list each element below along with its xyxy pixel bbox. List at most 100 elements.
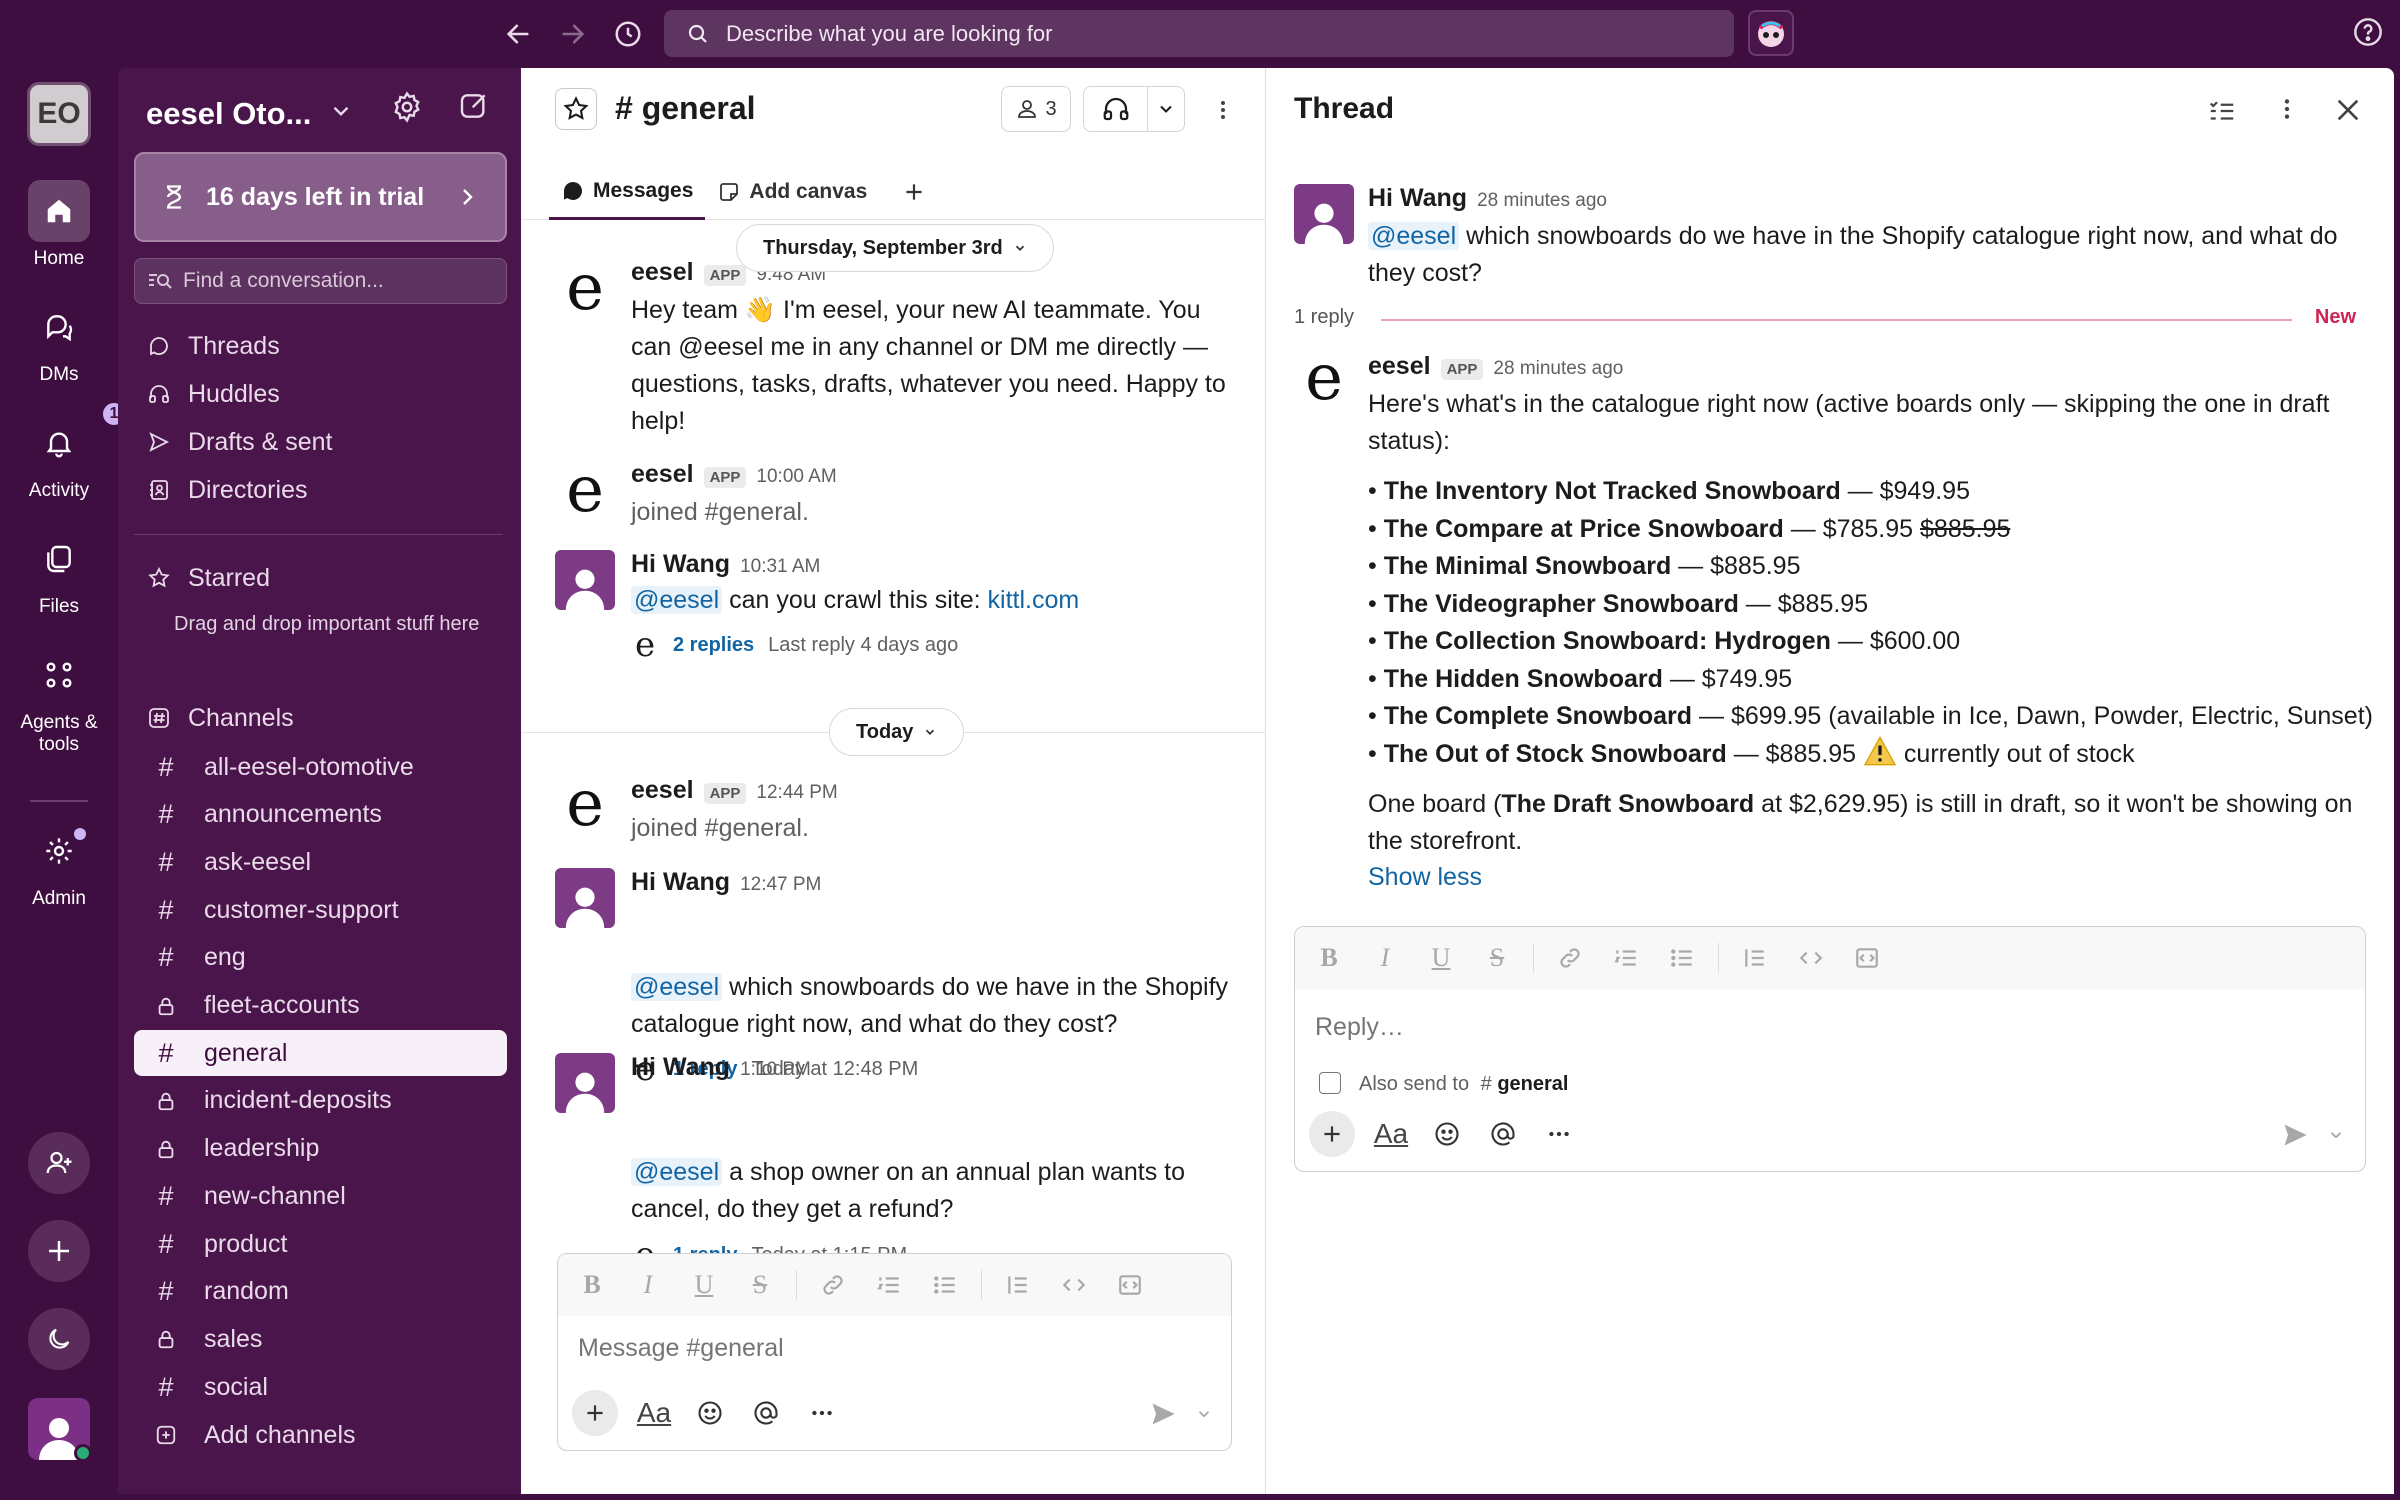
close-icon[interactable]	[2332, 94, 2364, 126]
find-conversation-input[interactable]: Find a conversation...	[134, 258, 507, 304]
thread-more-icon[interactable]	[2274, 94, 2300, 124]
tab-messages[interactable]: Messages	[549, 164, 706, 220]
code-icon[interactable]	[1054, 1265, 1094, 1305]
attach-plus-icon[interactable]	[1309, 1111, 1355, 1157]
emoji-icon[interactable]	[690, 1393, 730, 1433]
members-button[interactable]: 3	[1001, 86, 1071, 132]
trial-banner[interactable]: 16 days left in trial	[134, 152, 507, 242]
message-time[interactable]: 10:00 AM	[756, 466, 836, 488]
eesel-avatar[interactable]: e	[555, 458, 615, 522]
bullet-list-icon[interactable]	[1662, 938, 1702, 978]
code-block-icon[interactable]	[1847, 938, 1887, 978]
ordered-list-icon[interactable]	[869, 1265, 909, 1305]
send-options-chevron-icon[interactable]	[1195, 1405, 1213, 1423]
ai-assistant-icon[interactable]	[1748, 10, 1794, 56]
bullet-list-icon[interactable]	[925, 1265, 965, 1305]
search-bar[interactable]: Describe what you are looking for	[664, 10, 1734, 57]
chevron-down-icon[interactable]	[328, 98, 354, 124]
mention[interactable]: @eesel	[631, 1158, 723, 1186]
huddle-chevron-down-icon[interactable]	[1148, 99, 1184, 119]
date-divider-thursday[interactable]: Thursday, September 3rd	[736, 224, 1054, 272]
composer-input[interactable]: Message #general	[578, 1334, 784, 1363]
tab-add-canvas[interactable]: Add canvas	[705, 164, 879, 220]
eesel-avatar[interactable]: e	[1294, 346, 1354, 410]
hi-wang-avatar[interactable]	[555, 868, 615, 928]
back-arrow-icon[interactable]	[498, 14, 538, 54]
mention-at-icon[interactable]	[1483, 1114, 1523, 1154]
section-channels[interactable]: Channels	[146, 698, 294, 738]
author-name[interactable]: eesel	[631, 776, 694, 805]
bold-icon[interactable]: B	[572, 1265, 612, 1305]
rail-admin[interactable]: Admin	[0, 820, 118, 910]
nav-huddles[interactable]: Huddles	[146, 374, 280, 414]
text-format-icon[interactable]: Aa	[1371, 1114, 1411, 1154]
mention[interactable]: @eesel	[631, 973, 723, 1001]
sidebar-channel-incident-deposits[interactable]: incident-deposits	[134, 1078, 507, 1124]
hi-wang-avatar[interactable]	[1294, 184, 1354, 244]
rail-home[interactable]: Home	[0, 180, 118, 270]
sidebar-channel-eng[interactable]: # eng	[134, 935, 507, 981]
message-time[interactable]: 28 minutes ago	[1477, 190, 1607, 212]
mention[interactable]: @eesel	[1368, 222, 1460, 250]
date-divider-today[interactable]: Today	[829, 708, 965, 756]
settings-gear-icon[interactable]	[390, 90, 424, 124]
sidebar-channel-ask-eesel[interactable]: # ask-eesel	[134, 839, 507, 885]
sidebar-channel-random[interactable]: # random	[134, 1269, 507, 1315]
add-workspace-icon[interactable]	[28, 1220, 90, 1282]
sidebar-channel-sales[interactable]: sales	[134, 1316, 507, 1362]
eesel-avatar[interactable]: e	[555, 772, 615, 836]
message-time[interactable]: 1:10 PM	[740, 1059, 811, 1081]
sidebar-channel-announcements[interactable]: # announcements	[134, 792, 507, 838]
author-name[interactable]: Hi Wang	[631, 868, 730, 897]
add-tab-plus-icon[interactable]	[879, 164, 939, 220]
reply-count[interactable]: 2 replies	[673, 634, 754, 657]
rail-dms[interactable]: DMs	[0, 296, 118, 386]
attach-plus-icon[interactable]	[572, 1390, 618, 1436]
rail-files[interactable]: Files	[0, 528, 118, 618]
section-starred[interactable]: Starred	[146, 558, 270, 598]
thread-replies[interactable]: e 2 replies Last reply 4 days ago	[631, 628, 958, 662]
sidebar-channel-fleet-accounts[interactable]: fleet-accounts	[134, 983, 507, 1029]
add-channels-button[interactable]: Add channels	[134, 1412, 507, 1458]
also-send-checkbox[interactable]	[1319, 1072, 1341, 1094]
send-icon[interactable]	[1149, 1400, 1177, 1428]
author-name[interactable]: eesel	[631, 460, 694, 489]
author-name[interactable]: Hi Wang	[631, 1053, 730, 1082]
send-options-chevron-icon[interactable]	[2327, 1126, 2345, 1144]
rail-activity[interactable]: 1 Activity	[0, 400, 128, 502]
code-block-icon[interactable]	[1110, 1265, 1150, 1305]
author-name[interactable]: eesel	[631, 258, 694, 287]
dark-mode-moon-icon[interactable]	[28, 1308, 90, 1370]
workspace-header[interactable]: eesel Oto...	[146, 88, 311, 140]
hi-wang-avatar[interactable]	[555, 1053, 615, 1113]
message-link[interactable]: kittl.com	[988, 586, 1080, 614]
workspace-avatar[interactable]: EO	[27, 82, 91, 146]
huddle-button[interactable]	[1083, 86, 1185, 132]
compose-icon[interactable]	[458, 90, 490, 122]
mention-at-icon[interactable]	[746, 1393, 786, 1433]
sidebar-channel-leadership[interactable]: leadership	[134, 1126, 507, 1172]
underline-icon[interactable]: U	[684, 1265, 724, 1305]
bold-icon[interactable]: B	[1309, 938, 1349, 978]
invite-people-icon[interactable]	[28, 1132, 90, 1194]
italic-icon[interactable]: I	[1365, 938, 1405, 978]
underline-icon[interactable]: U	[1421, 938, 1461, 978]
message-time[interactable]: 10:31 AM	[740, 556, 820, 578]
italic-icon[interactable]: I	[628, 1265, 668, 1305]
thread-checklist-icon[interactable]	[2206, 96, 2238, 126]
more-actions-icon[interactable]	[802, 1393, 842, 1433]
headphones-icon[interactable]	[1084, 87, 1148, 131]
sidebar-channel-new-channel[interactable]: # new-channel	[134, 1173, 507, 1219]
send-icon[interactable]	[2281, 1121, 2309, 1149]
forward-arrow-icon[interactable]	[553, 14, 593, 54]
channel-more-icon[interactable]	[1211, 96, 1235, 124]
link-icon[interactable]	[1550, 938, 1590, 978]
strikethrough-icon[interactable]: S	[1477, 938, 1517, 978]
sidebar-channel-social[interactable]: # social	[134, 1364, 507, 1410]
nav-threads[interactable]: Threads	[146, 326, 280, 366]
link-icon[interactable]	[813, 1265, 853, 1305]
show-less-link[interactable]: Show less	[1368, 863, 1482, 892]
emoji-icon[interactable]	[1427, 1114, 1467, 1154]
author-name[interactable]: Hi Wang	[1368, 184, 1467, 213]
message-time[interactable]: 28 minutes ago	[1493, 358, 1623, 380]
